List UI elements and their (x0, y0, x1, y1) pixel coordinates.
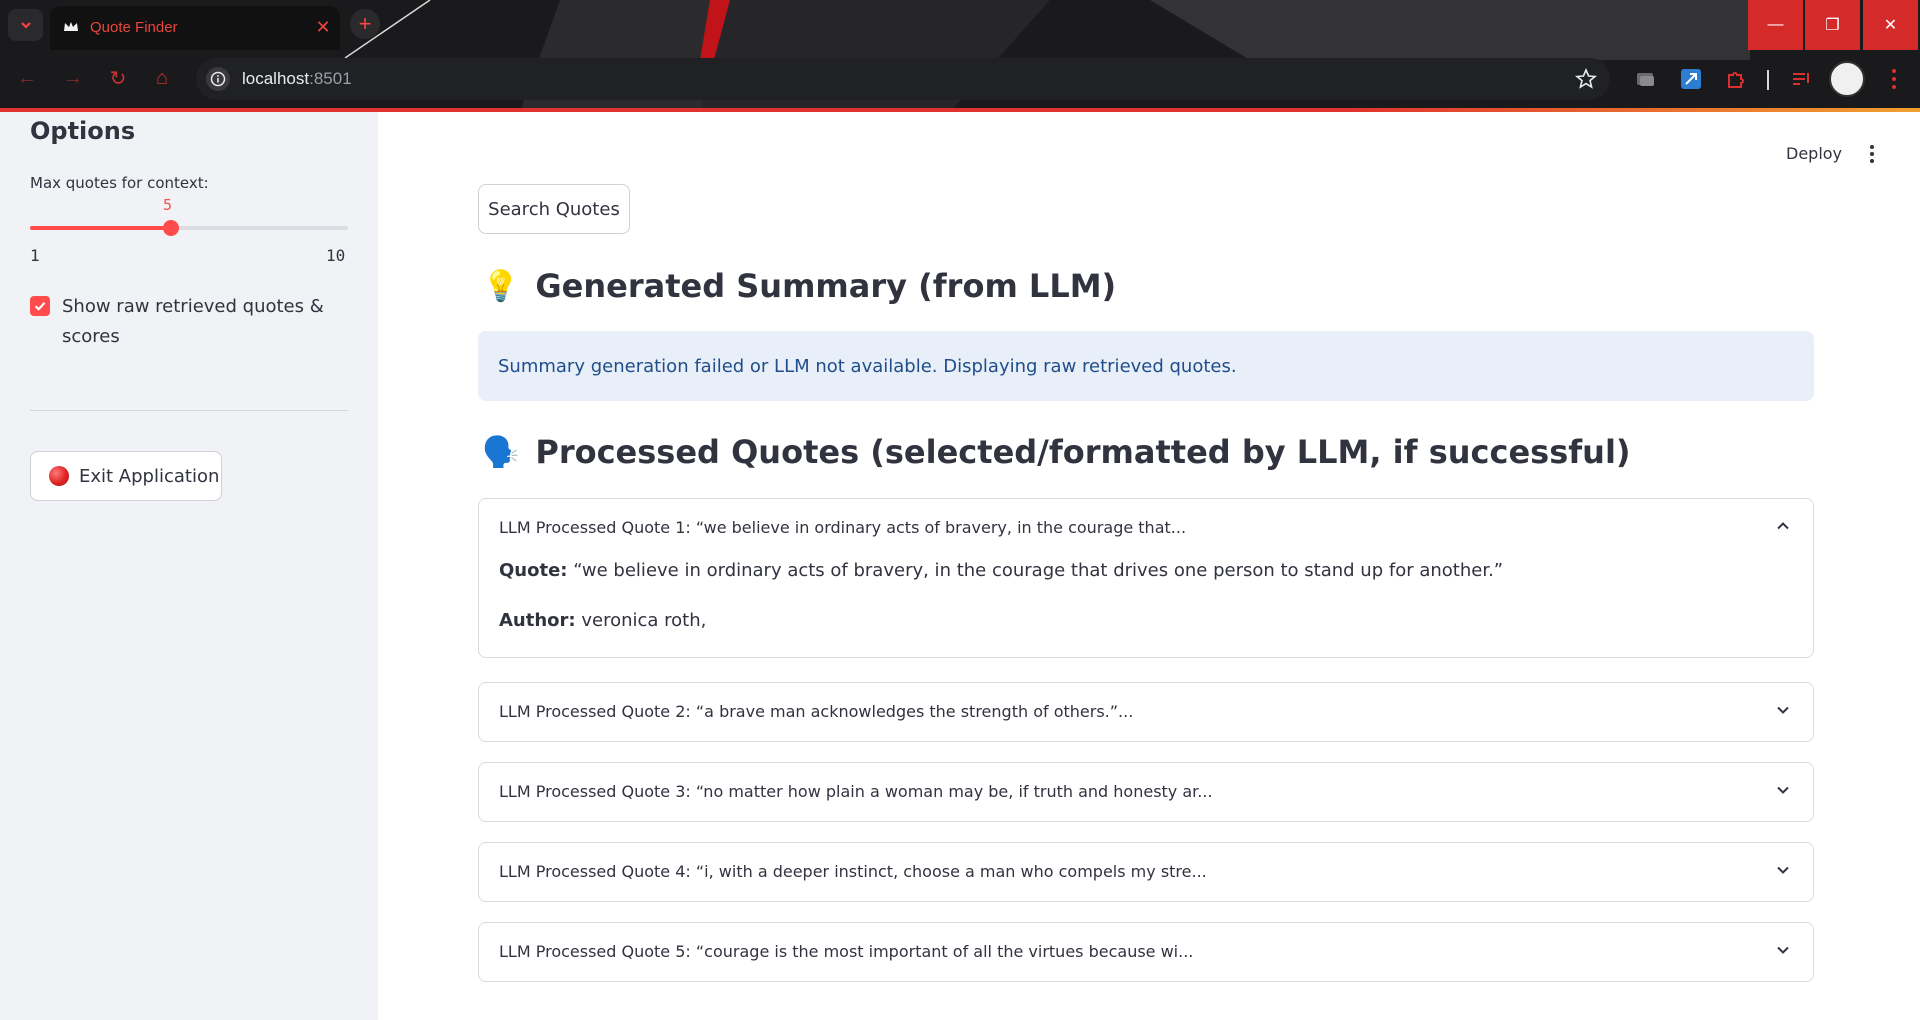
expander-header[interactable]: LLM Processed Quote 1: “we believe in or… (479, 499, 1813, 557)
quote-expander-4[interactable]: LLM Processed Quote 4: “i, with a deeper… (478, 842, 1814, 902)
quote-line: Quote: “we believe in ordinary acts of b… (499, 557, 1793, 585)
deploy-button[interactable]: Deploy (1786, 144, 1842, 163)
tab-search-button[interactable] (8, 9, 43, 41)
site-info-icon[interactable] (206, 67, 230, 91)
arrow-right-icon: → (63, 66, 83, 89)
chevron-down-icon (1777, 946, 1789, 954)
slider-current-value: 5 (163, 196, 173, 214)
author-label: Author: (499, 610, 576, 631)
speaking-head-icon: 🗣️ (482, 434, 520, 470)
restore-button[interactable]: ❐ (1805, 0, 1860, 50)
reading-list-icon[interactable] (1790, 67, 1814, 91)
url-port: :8501 (309, 69, 352, 88)
bookmark-star-icon[interactable] (1574, 67, 1598, 91)
slider-max-label: 10 (326, 246, 346, 265)
expander-title: LLM Processed Quote 2: “a brave man ackn… (499, 702, 1134, 721)
summary-heading: 💡 Generated Summary (from LLM) (482, 267, 1116, 305)
expander-header[interactable]: LLM Processed Quote 2: “a brave man ackn… (479, 683, 1813, 741)
slider-fill (30, 226, 172, 230)
info-message: Summary generation failed or LLM not ava… (498, 355, 1237, 377)
exit-button-label: Exit Application (79, 465, 220, 487)
expander-header[interactable]: LLM Processed Quote 3: “no matter how pl… (479, 763, 1813, 821)
quote-expander-2[interactable]: LLM Processed Quote 2: “a brave man ackn… (478, 682, 1814, 742)
crown-icon (64, 22, 78, 31)
browser-tab[interactable]: Quote Finder ✕ (50, 6, 340, 50)
expander-title: LLM Processed Quote 1: “we believe in or… (499, 518, 1187, 537)
processed-heading: 🗣️ Processed Quotes (selected/formatted … (482, 433, 1631, 471)
lightbulb-icon: 💡 (482, 268, 520, 304)
new-tab-button[interactable]: + (350, 9, 380, 39)
forward-button[interactable]: → (58, 63, 88, 93)
expander-title: LLM Processed Quote 5: “courage is the m… (499, 942, 1194, 961)
max-quotes-slider[interactable] (30, 220, 348, 236)
url-host: localhost (242, 69, 310, 88)
checkbox-label: Show raw retrieved quotes & scores (62, 296, 324, 347)
close-icon[interactable]: ✕ (312, 16, 334, 38)
reload-button[interactable]: ↻ (103, 63, 133, 93)
close-window-button[interactable]: ✕ (1863, 0, 1918, 50)
tab-title: Quote Finder (90, 19, 178, 36)
quote-expander-3[interactable]: LLM Processed Quote 3: “no matter how pl… (478, 762, 1814, 822)
summary-heading-text: Generated Summary (from LLM) (535, 267, 1117, 305)
expander-body: Quote: “we believe in ordinary acts of b… (479, 557, 1813, 657)
arrow-left-icon: ← (17, 66, 37, 89)
minimize-icon: — (1767, 16, 1784, 33)
toolbar-divider (1767, 70, 1769, 90)
quote-expander-5[interactable]: LLM Processed Quote 5: “courage is the m… (478, 922, 1814, 982)
expander-title: LLM Processed Quote 3: “no matter how pl… (499, 782, 1213, 801)
main-menu-icon[interactable] (1862, 142, 1882, 166)
browser-toolbar: ← → ↻ ⌂ localhost:8501 (0, 50, 1920, 109)
url-text: localhost:8501 (242, 69, 352, 89)
author-text: veronica roth, (581, 610, 707, 631)
chevron-up-icon (1777, 522, 1789, 530)
slider-min-label: 1 (30, 246, 40, 265)
profile-avatar[interactable] (1829, 61, 1865, 97)
tab-strip: Quote Finder ✕ + — ❐ ✕ (0, 0, 1920, 50)
sidebar-divider (30, 410, 348, 411)
slider-thumb[interactable] (163, 220, 180, 236)
quote-text: “we believe in ordinary acts of bravery,… (573, 560, 1504, 581)
expander-header[interactable]: LLM Processed Quote 5: “courage is the m… (479, 923, 1813, 981)
reload-icon: ↻ (109, 67, 127, 90)
quote-label: Quote: (499, 560, 568, 581)
expander-header[interactable]: LLM Processed Quote 4: “i, with a deeper… (479, 843, 1813, 901)
exit-application-button[interactable]: Exit Application (30, 451, 222, 501)
show-raw-quotes-checkbox[interactable] (30, 296, 50, 316)
chevron-down-icon (1777, 786, 1789, 794)
chevron-down-icon (20, 22, 31, 29)
quote-expander-1: LLM Processed Quote 1: “we believe in or… (478, 498, 1814, 658)
close-icon: ✕ (1883, 17, 1898, 34)
back-button[interactable]: ← (12, 63, 42, 93)
browser-chrome: Quote Finder ✕ + — ❐ ✕ ← → ↻ ⌂ localhost… (0, 0, 1920, 112)
restore-icon: ❐ (1825, 17, 1840, 34)
extension-arrow-icon[interactable] (1679, 67, 1703, 91)
info-alert: Summary generation failed or LLM not ava… (478, 331, 1814, 401)
plus-icon: + (358, 11, 372, 36)
red-circle-icon (49, 466, 69, 486)
sidebar-title: Options (30, 117, 136, 145)
browser-menu-icon[interactable] (1884, 66, 1904, 92)
expander-title: LLM Processed Quote 4: “i, with a deeper… (499, 862, 1207, 881)
processed-heading-text: Processed Quotes (selected/formatted by … (535, 433, 1631, 471)
home-icon: ⌂ (155, 66, 169, 89)
address-bar[interactable]: localhost:8501 (196, 58, 1610, 100)
minimize-button[interactable]: — (1748, 0, 1803, 50)
slider-label: Max quotes for context: (30, 174, 209, 192)
puzzle-extension-icon[interactable] (1724, 67, 1748, 91)
home-button[interactable]: ⌂ (147, 63, 177, 93)
chevron-down-icon (1777, 866, 1789, 874)
search-quotes-button[interactable]: Search Quotes (478, 184, 630, 234)
checkmark-icon (34, 302, 46, 311)
tab-groups-icon[interactable] (1634, 67, 1658, 91)
author-line: Author: veronica roth, (499, 607, 1793, 635)
sidebar (0, 112, 378, 1020)
chevron-down-icon (1777, 706, 1789, 714)
